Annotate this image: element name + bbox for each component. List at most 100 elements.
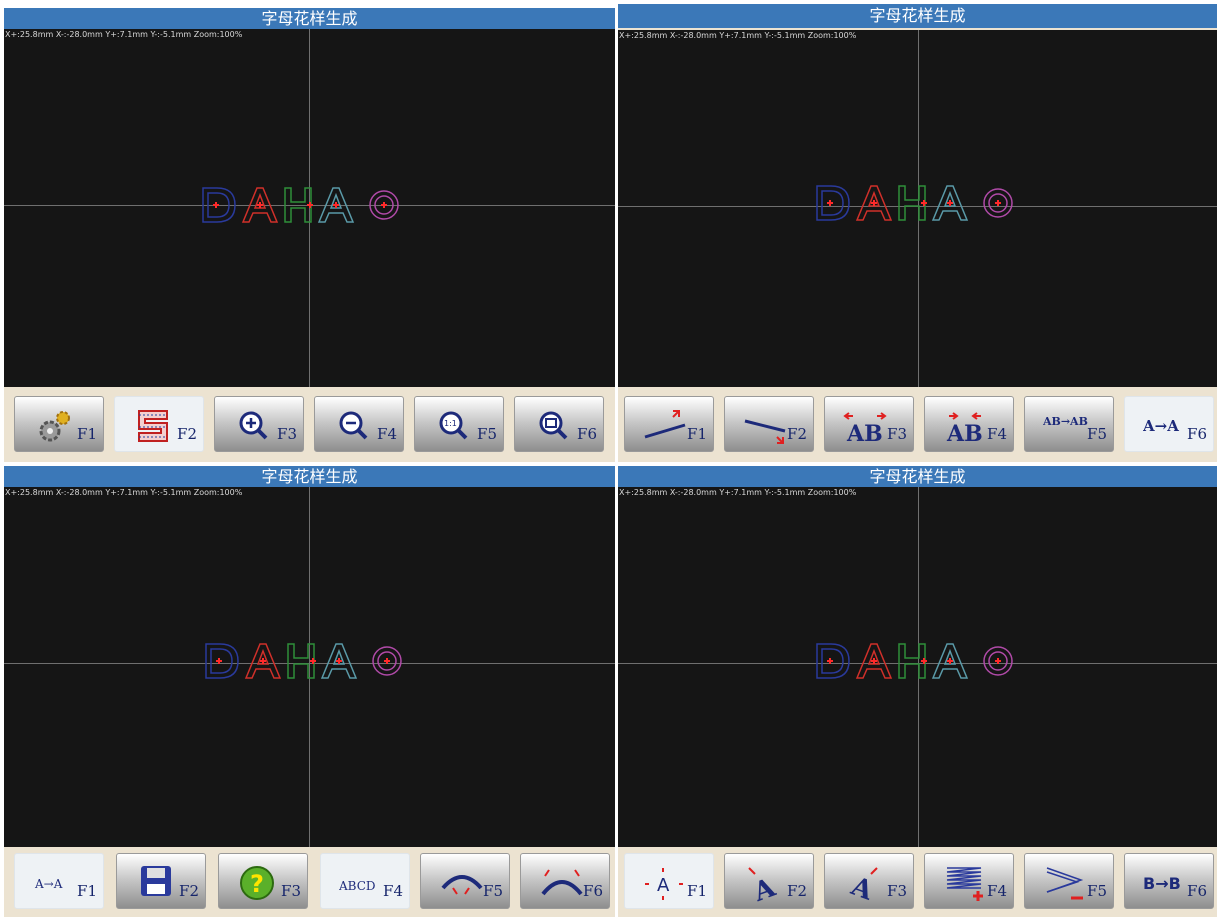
- abcd-arc-button[interactable]: ABCD F4: [320, 853, 410, 909]
- fkey-label: F4: [987, 425, 1007, 443]
- fkey-label: F1: [687, 882, 707, 900]
- font-size-button[interactable]: A→A F1: [14, 853, 104, 909]
- fkey-label: F3: [277, 425, 297, 443]
- rotate-right-icon: A: [846, 867, 878, 902]
- fkey-label: F6: [1187, 425, 1207, 443]
- fkey-label: F1: [77, 882, 97, 900]
- fkey-label: F5: [483, 882, 503, 900]
- gear-icon: [39, 411, 70, 442]
- fkey-label: F3: [281, 882, 301, 900]
- stitch-add-icon: [946, 867, 983, 901]
- line-down-icon: [744, 419, 786, 444]
- toolbar-top-left: F1 F2 F3 F4 1:1 F5 F6: [4, 392, 615, 458]
- help-icon: ?: [240, 866, 274, 900]
- svg-text:B→B: B→B: [1143, 874, 1181, 893]
- font-switch-icon: B→B: [1143, 874, 1181, 893]
- zoom-in-icon: [239, 411, 268, 440]
- zoom-actual-icon: 1:1: [439, 411, 468, 440]
- window-title: 字母花样生成: [4, 466, 615, 487]
- fkey-label: F5: [1087, 425, 1107, 443]
- preview-canvas[interactable]: X+:25.8mm X-:-28.0mm Y+:7.1mm Y-:-5.1mm …: [4, 29, 615, 387]
- zoom-fit-icon: [539, 411, 568, 440]
- spacing-wide-button[interactable]: AB F3: [824, 396, 914, 452]
- rotate-left-button[interactable]: A F2: [724, 853, 814, 909]
- letter-preview: [816, 185, 1013, 221]
- spacing-narrow-icon: AB: [946, 412, 983, 445]
- zigzag-remove-icon: [1046, 867, 1084, 900]
- move-letter-button[interactable]: A F1: [624, 853, 714, 909]
- fkey-label: F6: [577, 425, 597, 443]
- line-up-icon: [644, 410, 686, 439]
- preview-canvas[interactable]: X+:25.8mm X-:-28.0mm Y+:7.1mm Y-:-5.1mm …: [4, 487, 615, 847]
- stitch-add-button[interactable]: F4: [924, 853, 1014, 909]
- letter-preview: [205, 643, 402, 679]
- coordinate-readout: X+:25.8mm X-:-28.0mm Y+:7.1mm Y-:-5.1mm …: [5, 30, 243, 39]
- line-down-button[interactable]: F2: [724, 396, 814, 452]
- letter-preview: [202, 187, 399, 223]
- save-button[interactable]: F2: [116, 853, 206, 909]
- fkey-label: F5: [477, 425, 497, 443]
- window-title: 字母花样生成: [618, 466, 1217, 487]
- coordinate-readout: X+:25.8mm X-:-28.0mm Y+:7.1mm Y-:-5.1mm …: [5, 488, 243, 497]
- svg-text:?: ?: [250, 870, 264, 898]
- preview-canvas[interactable]: X+:25.8mm X-:-28.0mm Y+:7.1mm Y-:-5.1mm …: [618, 487, 1217, 847]
- svg-text:ABCD: ABCD: [339, 879, 376, 893]
- spacing-narrow-button[interactable]: AB F4: [924, 396, 1014, 452]
- resize-letter-button[interactable]: A→A F6: [1124, 396, 1214, 452]
- preview-canvas[interactable]: X+:25.8mm X-:-28.0mm Y+:7.1mm Y-:-5.1mm …: [618, 30, 1217, 387]
- rotate-left-icon: A: [748, 867, 780, 902]
- coordinate-readout: X+:25.8mm X-:-28.0mm Y+:7.1mm Y-:-5.1mm …: [619, 488, 857, 497]
- toolbar-top-right: F1 F2 AB F3 AB F4 AB→AB F5 A→A F6: [618, 392, 1217, 458]
- zoom-in-button[interactable]: F3: [214, 396, 304, 452]
- toolbar-bottom-right: A F1 A F2 A F3 F4 F5 B→B F6: [618, 849, 1217, 917]
- svg-text:AB→AB: AB→AB: [1043, 415, 1088, 428]
- save-icon: [141, 866, 171, 896]
- font-size-icon: A→A: [34, 877, 63, 891]
- zoom-out-icon: [339, 411, 368, 440]
- svg-text:A: A: [749, 873, 780, 902]
- fkey-label: F1: [687, 425, 707, 443]
- arc-down-button[interactable]: F5: [420, 853, 510, 909]
- rotate-right-button[interactable]: A F3: [824, 853, 914, 909]
- arc-down-icon: [441, 875, 483, 895]
- text-replace-button[interactable]: AB→AB F5: [1024, 396, 1114, 452]
- fkey-label: F2: [787, 425, 807, 443]
- svg-text:AB: AB: [946, 421, 983, 445]
- svg-text:A→A: A→A: [34, 877, 63, 891]
- fkey-label: F5: [1087, 882, 1107, 900]
- help-button[interactable]: ? F3: [218, 853, 308, 909]
- fkey-label: F4: [377, 425, 397, 443]
- coordinate-readout: X+:25.8mm X-:-28.0mm Y+:7.1mm Y-:-5.1mm …: [619, 31, 857, 40]
- zigzag-remove-button[interactable]: F5: [1024, 853, 1114, 909]
- letter-preview: [816, 643, 1013, 679]
- spacing-wide-icon: AB: [843, 412, 887, 445]
- svg-text:1:1: 1:1: [444, 419, 457, 428]
- fkey-label: F2: [177, 425, 197, 443]
- text-replace-icon: AB→AB: [1043, 415, 1088, 428]
- fkey-label: F2: [787, 882, 807, 900]
- toolbar-bottom-left: A→A F1 F2 ? F3 ABCD F4 F5 F6: [4, 849, 615, 917]
- pattern-button[interactable]: F2: [114, 396, 204, 452]
- fkey-label: F3: [887, 425, 907, 443]
- window-title: 字母花样生成: [618, 4, 1217, 28]
- pattern-icon: [138, 410, 168, 442]
- fkey-label: F4: [383, 882, 403, 900]
- settings-button[interactable]: F1: [14, 396, 104, 452]
- fkey-label: F1: [77, 425, 97, 443]
- zoom-actual-button[interactable]: 1:1 F5: [414, 396, 504, 452]
- line-up-button[interactable]: F1: [624, 396, 714, 452]
- zoom-fit-button[interactable]: F6: [514, 396, 604, 452]
- resize-letter-icon: A→A: [1143, 417, 1179, 435]
- font-switch-button[interactable]: B→B F6: [1124, 853, 1214, 909]
- zoom-out-button[interactable]: F4: [314, 396, 404, 452]
- svg-text:A→A: A→A: [1143, 417, 1179, 435]
- svg-text:A: A: [657, 875, 670, 896]
- abcd-arc-icon: ABCD: [339, 879, 376, 893]
- fkey-label: F3: [887, 882, 907, 900]
- arc-up-button[interactable]: F6: [520, 853, 610, 909]
- svg-text:A: A: [846, 871, 877, 902]
- fkey-label: F2: [179, 882, 199, 900]
- fkey-label: F6: [583, 882, 603, 900]
- fkey-label: F4: [987, 882, 1007, 900]
- window-title: 字母花样生成: [4, 8, 615, 29]
